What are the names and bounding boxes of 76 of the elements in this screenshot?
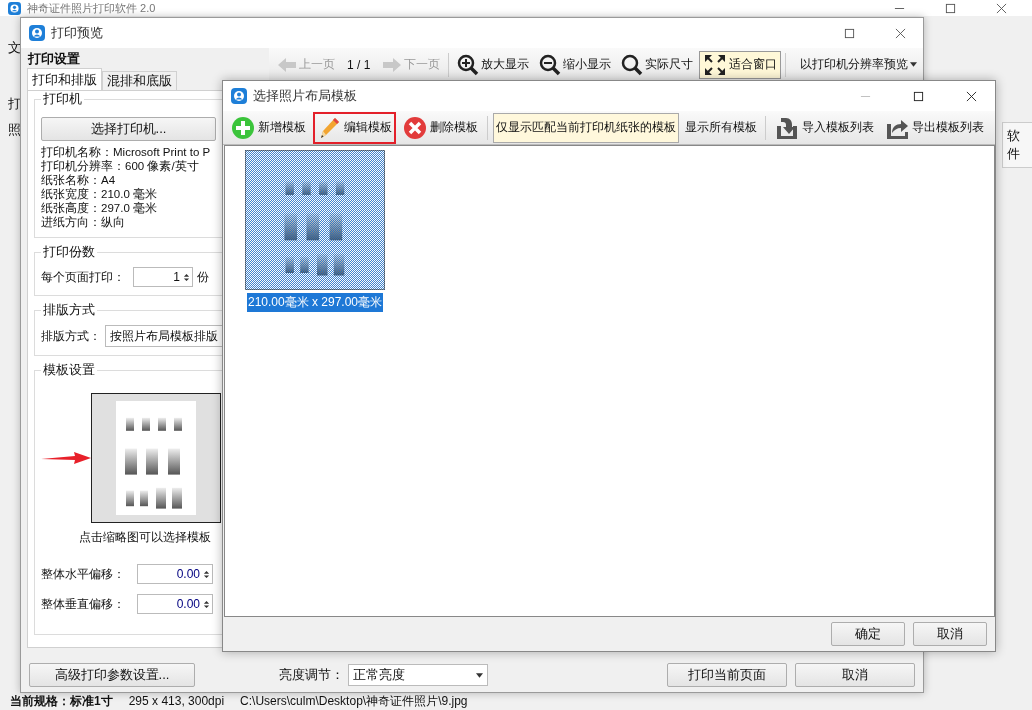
printer-info-text: 打印机名称：Microsoft Print to P [41, 145, 212, 159]
printer-info-text: 纸张高度：297.0 毫米 [41, 201, 158, 215]
close-icon[interactable] [996, 2, 1007, 14]
window-title: 选择照片布局模板 [253, 87, 357, 105]
toolbar-button[interactable]: 编辑模板 [313, 111, 396, 144]
preview-mode-dropdown[interactable]: 以打印机分辨率预览 [796, 50, 922, 79]
menu-fragment[interactable]: 打 [0, 96, 20, 112]
window-title: 神奇证件照片打印软件 2.0 [27, 1, 156, 15]
zoom-tool-button[interactable]: 缩小显示 [535, 50, 616, 79]
advanced-settings-button[interactable]: 高级打印参数设置... [29, 663, 195, 687]
toolbar-button[interactable]: 新增模板 [227, 111, 310, 144]
close-icon[interactable] [895, 27, 906, 39]
plus-icon [231, 115, 255, 140]
field-label: 整体水平偏移： [41, 565, 125, 583]
app-icon [231, 88, 247, 104]
left-arrow-icon [277, 56, 297, 73]
template-thumbnail[interactable] [245, 150, 385, 290]
unit-label: 份 [197, 268, 209, 286]
ok-button[interactable]: 确定 [831, 622, 905, 646]
maximize-icon[interactable] [913, 90, 924, 102]
menu-fragment[interactable]: 照 [0, 122, 20, 138]
cancel-button[interactable]: 取消 [795, 663, 915, 687]
group-title: 模板设置 [41, 362, 97, 378]
brightness-dropdown[interactable]: 正常亮度 [348, 664, 488, 686]
toolbar-button[interactable]: 导入模板列表 [771, 111, 878, 144]
expand-icon [703, 52, 728, 77]
status-text: 295 x 413, 300dpi [128, 694, 225, 708]
template-thumbnail[interactable] [91, 393, 221, 523]
zoom-tool-button[interactable]: 适合窗口 [699, 50, 782, 79]
printer-info-text: 打印机分辨率：600 像素/英寸 [41, 159, 200, 173]
import-icon [775, 115, 799, 140]
maximize-icon[interactable] [945, 2, 956, 14]
app-icon [29, 25, 45, 41]
group-title: 打印份数 [41, 244, 97, 260]
status-text: 当前规格：标准1寸 [10, 692, 113, 710]
printer-info-text: 纸张宽度：210.0 毫米 [41, 187, 158, 201]
field-label: 整体垂直偏移： [41, 595, 125, 613]
template-caption: 210.00毫米 x 297.00毫米 [246, 293, 384, 312]
page-indicator: 1 / 1 [346, 57, 372, 72]
toolbar-button[interactable]: 删除模板 [399, 111, 482, 144]
zoom-tool-button[interactable]: 放大显示 [453, 50, 534, 79]
close-icon[interactable] [966, 90, 977, 102]
group-title: 打印机 [41, 91, 84, 107]
printer-info-text: 进纸方向：纵向 [41, 215, 126, 229]
tab[interactable]: 混排和底版 [102, 71, 177, 90]
field-label: 排版方式： [41, 327, 101, 345]
filter-toggle[interactable]: 显示所有模板 [682, 112, 760, 143]
layout-dropdown[interactable]: 按照片布局模板排版 [105, 325, 223, 347]
panel-title: 打印设置 [27, 50, 80, 68]
group-title: 排版方式 [41, 302, 97, 318]
field-label: 亮度调节： [279, 666, 344, 684]
right-arrow-icon [382, 56, 403, 73]
window-title: 打印预览 [51, 24, 103, 42]
tab[interactable]: 打印和排版 [27, 68, 102, 90]
maximize-icon[interactable] [844, 27, 855, 39]
print-button[interactable]: 打印当前页面 [667, 663, 787, 687]
status-text: C:\Users\culm\Desktop\神奇证件照片\9.jpg [240, 692, 468, 710]
search-icon [621, 53, 644, 76]
menu-fragment[interactable]: 文 [0, 40, 20, 56]
zoom-in-icon [457, 53, 480, 76]
tab-fragment[interactable]: 软件 [1002, 122, 1032, 168]
toolbar-button[interactable]: 导出模板列表 [881, 111, 988, 144]
copies-spinner[interactable]: 1 [133, 267, 193, 287]
offset-spinner[interactable]: 0.00 [137, 564, 213, 584]
cancel-button[interactable]: 取消 [913, 622, 987, 646]
caret-icon [910, 62, 918, 67]
zoom-tool-button[interactable]: 实际尺寸 [617, 50, 698, 79]
hint-text: 点击缩略图可以选择模板 [79, 529, 211, 546]
zoom-out-icon [539, 53, 562, 76]
delete-icon [403, 115, 427, 140]
filter-toggle[interactable]: 仅显示匹配当前打印机纸张的模板 [493, 112, 679, 143]
caret-icon [476, 672, 483, 678]
printer-info-text: 纸张名称：A4 [41, 173, 117, 187]
field-label: 每个页面打印： [41, 268, 125, 286]
offset-spinner[interactable]: 0.00 [137, 594, 213, 614]
select-printer-button[interactable]: 选择打印机... [41, 117, 216, 141]
